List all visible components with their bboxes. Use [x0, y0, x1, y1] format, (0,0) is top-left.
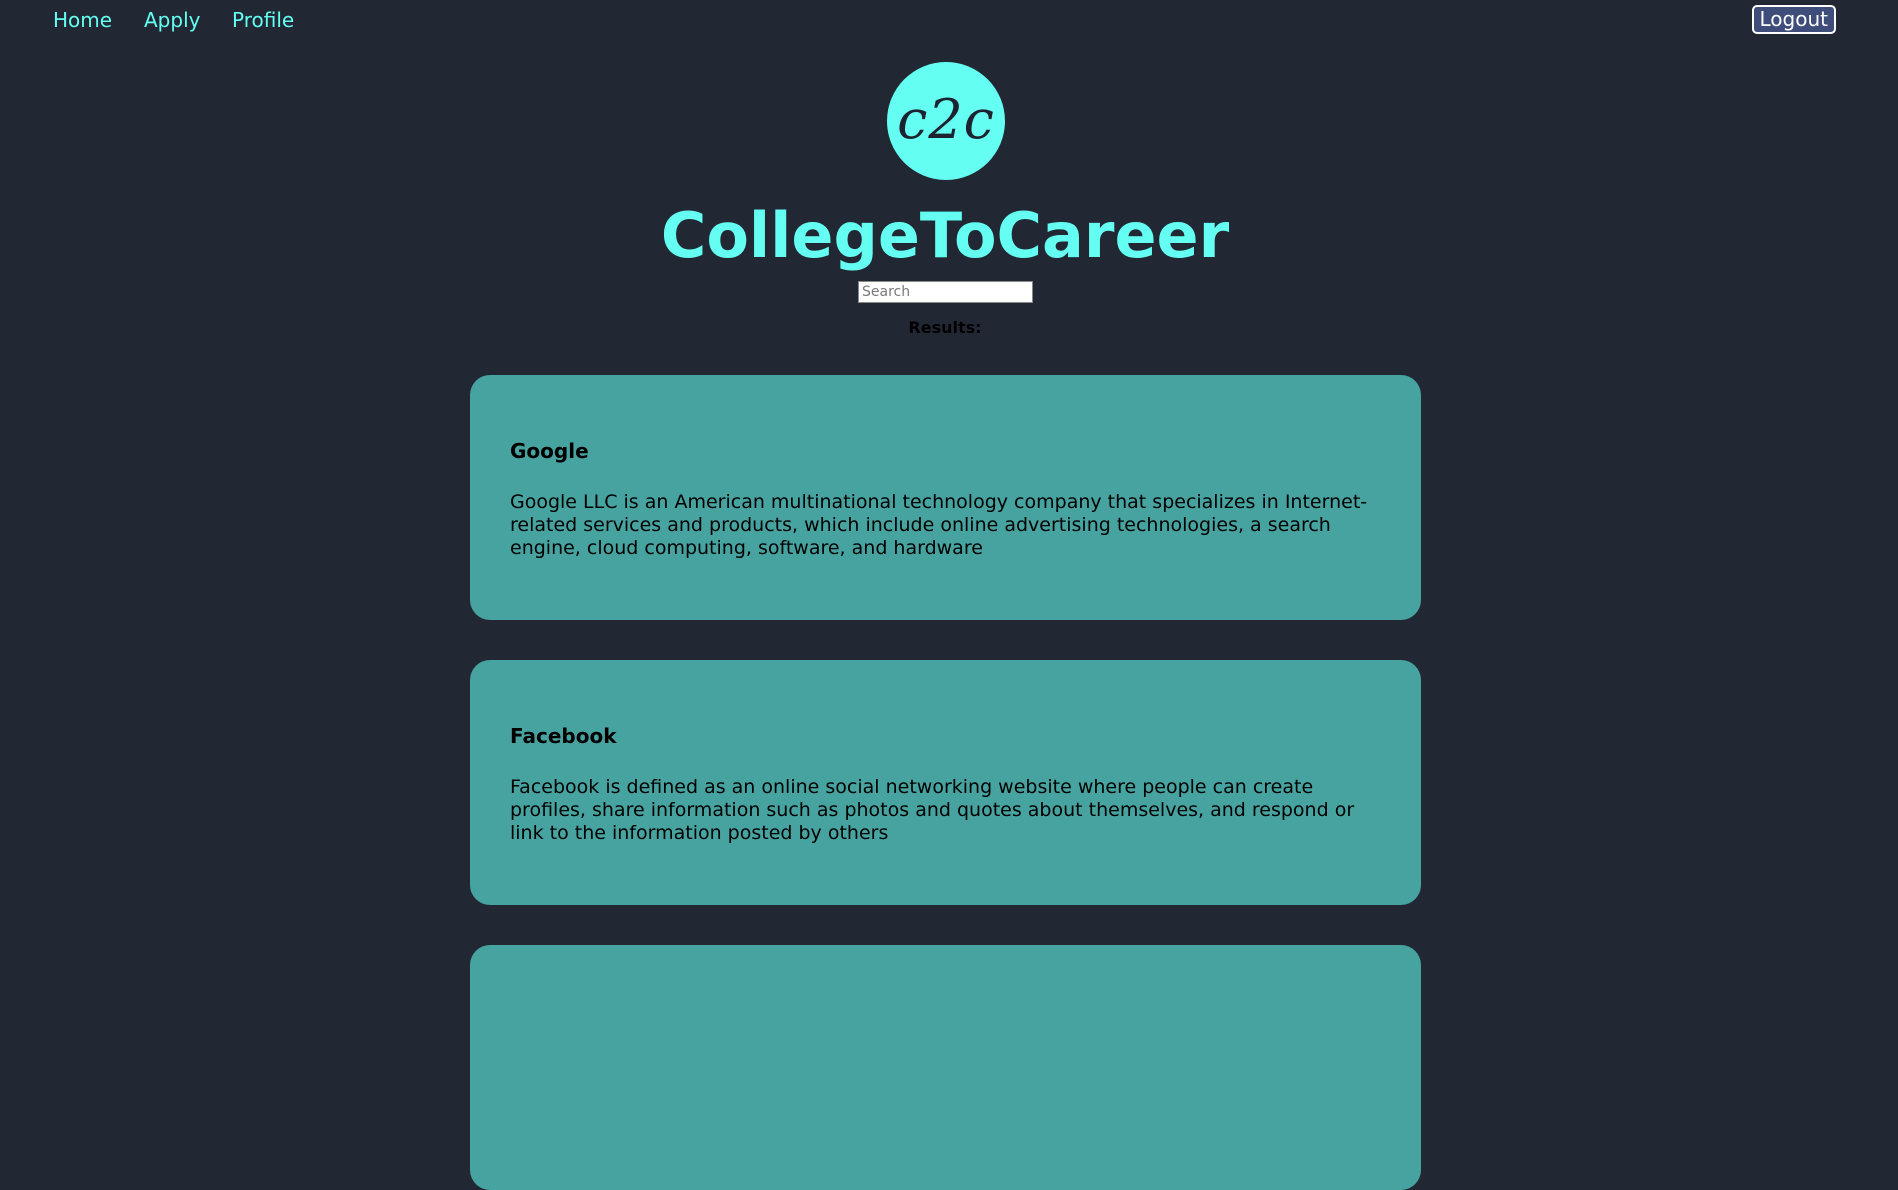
- top-nav: Home Apply Profile Logout: [0, 0, 1898, 40]
- result-card-title: Google: [510, 439, 589, 463]
- result-card-description: Facebook is defined as an online social …: [510, 776, 1355, 844]
- logout-button[interactable]: Logout: [1751, 5, 1836, 34]
- logo: c2c: [887, 62, 1005, 180]
- result-card-partial: [470, 945, 1421, 1190]
- result-card-title: Facebook: [510, 724, 617, 748]
- nav-apply-link[interactable]: Apply: [144, 8, 200, 32]
- nav-profile-link[interactable]: Profile: [232, 8, 294, 32]
- search-input[interactable]: [858, 281, 1033, 303]
- results-label: Results:: [908, 318, 982, 337]
- logo-text: c2c: [897, 87, 995, 151]
- result-card-description: Google LLC is an American multinational …: [510, 491, 1368, 559]
- site-title: CollegeToCareer: [660, 199, 1230, 272]
- result-card: Google Google LLC is an American multina…: [470, 375, 1421, 620]
- nav-home-link[interactable]: Home: [53, 8, 112, 32]
- result-card: Facebook Facebook is defined as an onlin…: [470, 660, 1421, 905]
